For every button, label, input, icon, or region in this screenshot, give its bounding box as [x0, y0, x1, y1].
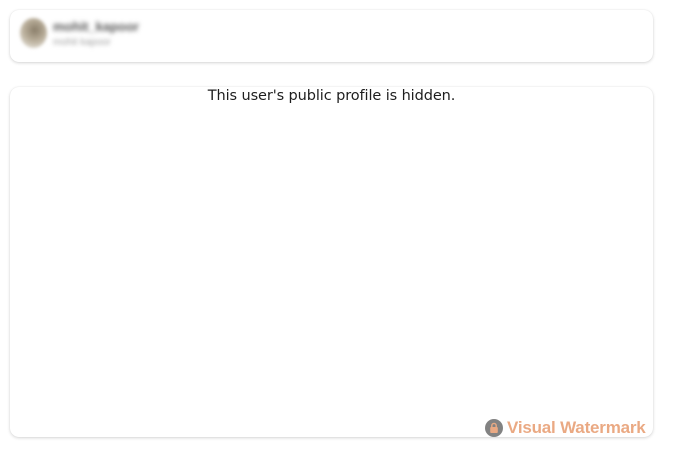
- profile-header-card: mohit_kapoor mohit kapoor: [10, 10, 653, 62]
- username[interactable]: mohit_kapoor: [53, 19, 139, 34]
- profile-page: mohit_kapoor mohit kapoor This user's pu…: [0, 0, 690, 462]
- full-name: mohit kapoor: [53, 37, 111, 48]
- profile-content-card: This user's public profile is hidden.: [10, 87, 653, 437]
- watermark: Visual Watermark: [485, 418, 646, 438]
- hidden-profile-message: This user's public profile is hidden.: [207, 88, 456, 104]
- avatar[interactable]: [20, 18, 47, 48]
- lock-icon: [485, 419, 503, 437]
- watermark-text: Visual Watermark: [507, 418, 646, 437]
